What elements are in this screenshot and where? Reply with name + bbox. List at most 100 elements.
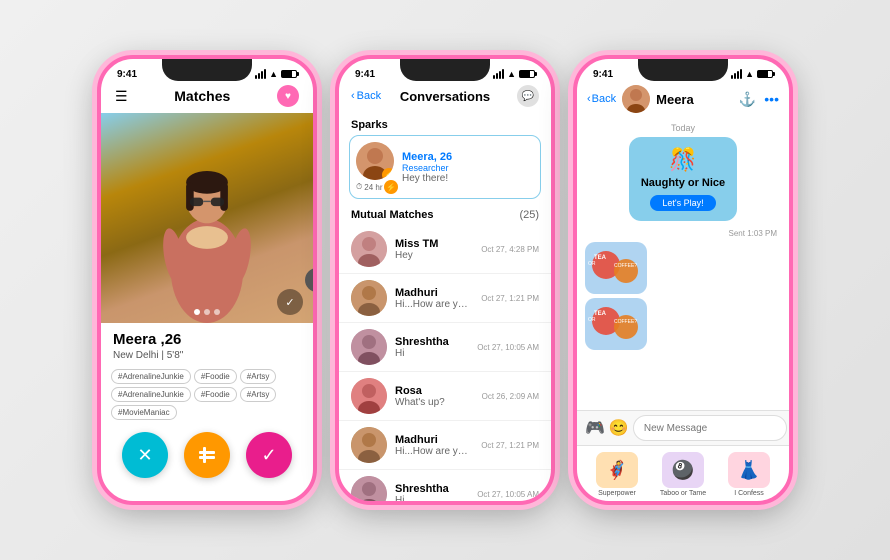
- reject-button[interactable]: ✕: [122, 432, 168, 478]
- conv-item-4[interactable]: Rosa What's up? Oct 26, 2:09 AM: [339, 372, 551, 421]
- confess-sticker: 👗: [728, 452, 770, 488]
- conv-info-5: Madhuri Hi...How are you?: [395, 434, 473, 457]
- new-chat-icon[interactable]: 💬: [517, 85, 539, 107]
- hamburger-menu-icon[interactable]: ☰: [115, 88, 128, 105]
- svg-text:TEA: TEA: [594, 255, 607, 261]
- tea-coffee-sticker-2: TEA OR COFFEE?: [586, 299, 646, 349]
- conv-item-3[interactable]: Shreshtha Hi Oct 27, 10:05 AM: [339, 323, 551, 372]
- notch-3: [638, 59, 728, 81]
- tea-coffee-sticker-1: TEA OR COFFEE?: [586, 243, 646, 293]
- emoji-icon[interactable]: 😊: [609, 418, 629, 438]
- conv-avatar-5: [351, 427, 387, 463]
- camera-icon[interactable]: 📷: [791, 418, 793, 438]
- svg-text:COFFEE?: COFFEE?: [614, 263, 637, 269]
- signal-icon-3: [731, 69, 742, 79]
- svg-text:OR: OR: [588, 261, 596, 267]
- spark-message: Hey there!: [402, 173, 452, 184]
- spark-subtitle: Researcher: [402, 163, 452, 173]
- spark-item[interactable]: ⚡ ⏱24 hr Meera, 26 Researcher Hey there!: [349, 135, 541, 199]
- superlike-button[interactable]: [184, 432, 230, 478]
- sticker-shelf-item-3[interactable]: 👗 I Confess: [728, 452, 770, 497]
- conv-avatar-1: [351, 231, 387, 267]
- superpower-label: Superpower: [598, 490, 636, 497]
- chat-contact-name: Meera: [656, 92, 733, 107]
- play-button[interactable]: Let's Play!: [650, 195, 715, 211]
- phone-conversations: 9:41 ▲ ‹ Back Conversations 💬 Sparks: [335, 55, 555, 505]
- mutual-count: (25): [519, 209, 539, 221]
- back-button-3[interactable]: ‹ Back: [587, 93, 616, 105]
- conv-item-1[interactable]: Miss TM Hey Oct 27, 4:28 PM: [339, 225, 551, 274]
- conv-item-6[interactable]: Shreshtha Hi Oct 27, 10:05 AM: [339, 470, 551, 505]
- back-button-2[interactable]: ‹ Back: [351, 90, 381, 102]
- profile-name: Meera ,26: [113, 331, 301, 348]
- conv-msg-5: Hi...How are you?: [395, 446, 473, 457]
- status-icons-2: ▲: [493, 69, 535, 79]
- tag-3: #Artsy: [240, 369, 277, 384]
- sticker-tea-coffee-2: TEA OR COFFEE?: [585, 298, 647, 350]
- tag-4: #AdrenalineJunkie: [111, 387, 191, 402]
- game-card[interactable]: 🎊 Naughty or Nice Let's Play!: [629, 137, 737, 221]
- conv-item-5[interactable]: Madhuri Hi...How are you? Oct 27, 1:21 P…: [339, 421, 551, 470]
- matches-nav: ☰ Matches ♥: [101, 85, 313, 113]
- time-1: 9:41: [117, 69, 137, 80]
- svg-text:TEA: TEA: [594, 311, 607, 317]
- profile-location: New Delhi | 5'8": [113, 350, 301, 361]
- profile-image-dots: [194, 309, 220, 315]
- conv-msg-4: What's up?: [395, 397, 474, 408]
- time-2: 9:41: [355, 69, 375, 80]
- sticker-shelf-item-2[interactable]: 🎱 Taboo or Tame: [660, 452, 706, 497]
- spark-avatar: [356, 142, 394, 180]
- game-message: 🎊 Naughty or Nice Let's Play!: [585, 137, 781, 227]
- conv-time-3: Oct 27, 10:05 AM: [477, 343, 539, 352]
- message-input[interactable]: [633, 415, 787, 441]
- spark-name: Meera, 26: [402, 151, 452, 163]
- sparks-header: Sparks: [339, 113, 551, 135]
- profile-card: ✓: [101, 113, 313, 323]
- conv-avatar-4: [351, 378, 387, 414]
- mutual-header: Mutual Matches (25): [339, 205, 551, 225]
- svg-text:COFFEE?: COFFEE?: [614, 319, 637, 325]
- sticker-tea-coffee-1: TEA OR COFFEE?: [585, 242, 647, 294]
- conversations-title: Conversations: [400, 89, 490, 104]
- sticker-shelf-item-1[interactable]: 🦸 Superpower: [596, 452, 638, 497]
- chat-messages: 🎊 Naughty or Nice Let's Play! Sent 1:03 …: [577, 137, 789, 410]
- conv-item-2[interactable]: Madhuri Hi...How are you? Oct 27, 1:21 P…: [339, 274, 551, 323]
- conv-time-4: Oct 26, 2:09 AM: [482, 392, 539, 401]
- chat-nav-icons: ⚓ •••: [739, 91, 779, 108]
- conversations-list: Miss TM Hey Oct 27, 4:28 PM Madhuri Hi..…: [339, 225, 551, 505]
- taboo-sticker: 🎱: [662, 452, 704, 488]
- conv-avatar-6: [351, 476, 387, 505]
- like-button[interactable]: ✓: [246, 432, 292, 478]
- time-3: 9:41: [593, 69, 613, 80]
- conv-avatar-2: [351, 280, 387, 316]
- status-icons-1: ▲: [255, 69, 297, 79]
- signal-icon: [255, 69, 266, 79]
- tag-7: #MovieManiac: [111, 405, 177, 420]
- phone-matches: 9:41 ▲ ☰ Matches ♥: [97, 55, 317, 505]
- chevron-left-icon: ‹: [351, 90, 355, 102]
- tag-2: #Foodie: [194, 369, 237, 384]
- sticker-shelf: 🦸 Superpower 🎱 Taboo or Tame 👗 I Confess: [577, 445, 789, 501]
- conv-name-2: Madhuri: [395, 287, 473, 299]
- anchor-icon[interactable]: ⚓: [739, 91, 756, 108]
- verify-button[interactable]: ✓: [277, 289, 303, 315]
- conv-time-5: Oct 27, 1:21 PM: [481, 441, 539, 450]
- notch-1: [162, 59, 252, 81]
- conv-msg-3: Hi: [395, 348, 469, 359]
- more-options-icon[interactable]: •••: [764, 91, 779, 107]
- chat-nav: ‹ Back Meera ⚓ •••: [577, 85, 789, 117]
- action-buttons: ✕ ✓: [101, 424, 313, 488]
- battery-icon: [281, 70, 297, 78]
- profile-tags: #AdrenalineJunkie #Foodie #Artsy #Adrena…: [101, 365, 313, 424]
- conv-msg-6: Hi: [395, 495, 469, 506]
- tag-6: #Artsy: [240, 387, 277, 402]
- conv-msg-1: Hey: [395, 250, 473, 261]
- conv-name-4: Rosa: [395, 385, 474, 397]
- wifi-icon: ▲: [269, 69, 278, 79]
- svg-text:OR: OR: [588, 317, 596, 323]
- chat-avatar: [622, 85, 650, 113]
- spark-avatar-img: [356, 142, 394, 180]
- gamepad-icon[interactable]: 🎮: [585, 418, 605, 438]
- battery-icon-3: [757, 70, 773, 78]
- chat-input-area: 🎮 😊 📷: [577, 410, 789, 445]
